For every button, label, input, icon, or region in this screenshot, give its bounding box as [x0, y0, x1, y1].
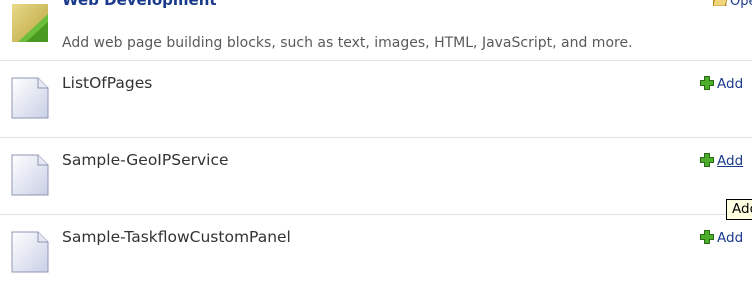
list-item: ListOfPages Add [0, 62, 752, 139]
open-label: Open [730, 0, 752, 9]
category-web-development: Web Development Add web page building bl… [0, 0, 752, 60]
page-name: Sample-TaskflowCustomPanel [62, 228, 291, 246]
add-button[interactable]: Add [699, 75, 743, 92]
page-icon [11, 154, 49, 196]
page-name: Sample-GeoIPService [62, 151, 229, 169]
plus-icon [700, 153, 714, 167]
row-divider [0, 60, 752, 61]
folder-open-icon [713, 0, 727, 6]
add-label: Add [717, 76, 744, 92]
category-description: Add web page building blocks, such as te… [62, 35, 633, 51]
add-label: Add [717, 230, 744, 246]
page-name: ListOfPages [62, 74, 153, 92]
row-divider [0, 137, 752, 138]
plus-icon [700, 230, 714, 244]
add-button[interactable]: Add [699, 152, 743, 169]
add-button[interactable]: Add [699, 229, 743, 246]
page-icon [11, 77, 49, 119]
web-development-icon [12, 4, 48, 42]
tooltip: Add [726, 199, 752, 220]
category-title[interactable]: Web Development [62, 0, 217, 9]
page-icon [11, 231, 49, 273]
list-item: Sample-TaskflowCustomPanel Add [0, 216, 752, 293]
list-item: Sample-GeoIPService Add [0, 139, 752, 216]
open-category-link[interactable]: Open [713, 0, 752, 9]
add-label: Add [717, 153, 744, 169]
plus-icon [700, 76, 714, 90]
row-divider [0, 214, 752, 215]
